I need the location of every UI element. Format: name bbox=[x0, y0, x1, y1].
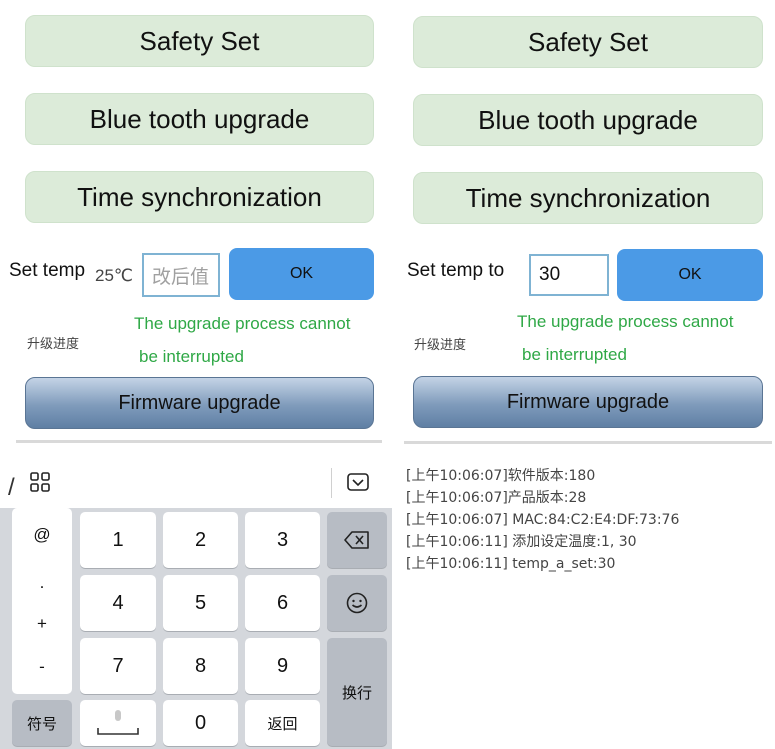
key-4[interactable]: 4 bbox=[80, 575, 156, 631]
key-minus[interactable]: - bbox=[12, 652, 72, 682]
key-0[interactable]: 0 bbox=[163, 700, 238, 746]
temp-input[interactable]: 30 bbox=[529, 254, 609, 296]
current-temp-value: 25℃ bbox=[95, 266, 134, 285]
bluetooth-upgrade-button[interactable]: Blue tooth upgrade bbox=[413, 94, 763, 146]
backspace-icon bbox=[344, 531, 369, 549]
key-at[interactable]: @ bbox=[12, 520, 72, 550]
cursor-mark: / bbox=[8, 474, 15, 501]
collapse-keyboard-icon[interactable] bbox=[347, 473, 369, 496]
safety-set-button[interactable]: Safety Set bbox=[413, 16, 763, 68]
right-screen: Safety Set Blue tooth upgrade Time synch… bbox=[396, 0, 775, 749]
toolbar-separator bbox=[331, 468, 332, 498]
key-plus[interactable]: + bbox=[12, 609, 72, 639]
upgrade-progress-label: 升级进度 bbox=[414, 338, 467, 353]
log-line: [上午10:06:07]产品版本:28 bbox=[406, 490, 587, 506]
key-9[interactable]: 9 bbox=[245, 638, 320, 694]
bluetooth-upgrade-button[interactable]: Blue tooth upgrade bbox=[25, 93, 374, 145]
firmware-upgrade-button[interactable]: Firmware upgrade bbox=[413, 376, 763, 428]
key-1[interactable]: 1 bbox=[80, 512, 156, 568]
ok-button[interactable]: OK bbox=[229, 248, 374, 300]
key-3[interactable]: 3 bbox=[245, 512, 320, 568]
key-7[interactable]: 7 bbox=[80, 638, 156, 694]
divider bbox=[404, 441, 772, 444]
space-key[interactable] bbox=[80, 700, 156, 746]
log-line: [上午10:06:07]软件版本:180 bbox=[406, 468, 596, 484]
symbols-key[interactable]: 符号 bbox=[12, 700, 72, 746]
ok-button[interactable]: OK bbox=[617, 249, 763, 301]
log-line: [上午10:06:07] MAC:84:C2:E4:DF:73:76 bbox=[406, 512, 680, 528]
left-screen: Safety Set Blue tooth upgrade Time synch… bbox=[0, 0, 392, 749]
microphone-icon bbox=[97, 710, 139, 735]
time-sync-button[interactable]: Time synchronization bbox=[413, 172, 763, 224]
set-temp-label: Set temp to bbox=[407, 260, 505, 281]
emoji-icon bbox=[346, 592, 368, 614]
warning-text-line2: be interrupted bbox=[522, 345, 627, 364]
key-5[interactable]: 5 bbox=[163, 575, 238, 631]
backspace-key[interactable] bbox=[327, 512, 387, 568]
log-line: [上午10:06:11] 添加设定温度:1, 30 bbox=[406, 534, 637, 550]
back-key[interactable]: 返回 bbox=[245, 700, 320, 746]
emoji-key[interactable] bbox=[327, 575, 387, 631]
key-8[interactable]: 8 bbox=[163, 638, 238, 694]
temp-input[interactable]: 改后值 bbox=[142, 253, 220, 297]
newline-key[interactable]: 换行 bbox=[327, 638, 387, 746]
upgrade-progress-label: 升级进度 bbox=[27, 337, 80, 352]
grid-icon[interactable] bbox=[30, 472, 50, 497]
warning-text-line2: be interrupted bbox=[139, 347, 244, 366]
key-dot[interactable]: . bbox=[12, 568, 72, 598]
set-temp-label: Set temp bbox=[9, 260, 86, 281]
warning-text-line1: The upgrade process cannot bbox=[517, 312, 734, 331]
safety-set-button[interactable]: Safety Set bbox=[25, 15, 374, 67]
firmware-upgrade-button[interactable]: Firmware upgrade bbox=[25, 377, 374, 429]
keyboard-toolbar: / bbox=[0, 460, 392, 508]
divider bbox=[16, 440, 382, 443]
warning-text-line1: The upgrade process cannot bbox=[134, 314, 351, 333]
log-line: [上午10:06:11] temp_a_set:30 bbox=[406, 556, 616, 572]
key-2[interactable]: 2 bbox=[163, 512, 238, 568]
time-sync-button[interactable]: Time synchronization bbox=[25, 171, 374, 223]
key-6[interactable]: 6 bbox=[245, 575, 320, 631]
